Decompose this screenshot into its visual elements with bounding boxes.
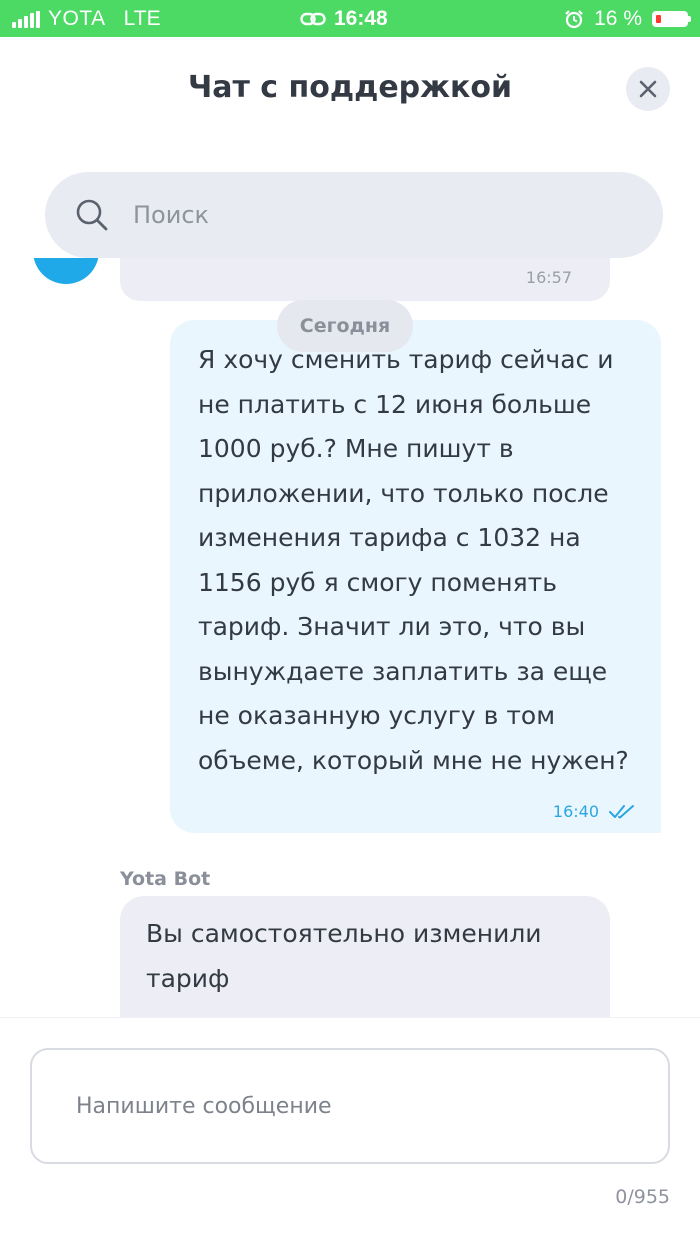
search-input[interactable]: [131, 200, 615, 230]
message-text: Я хочу сменить тариф сейчас и не платить…: [198, 345, 629, 775]
status-left: YOTA LTE: [12, 7, 161, 31]
date-separator: Сегодня: [277, 300, 413, 352]
status-center: 16:48: [300, 7, 388, 31]
character-counter: 0/955: [615, 1186, 670, 1208]
outgoing-message[interactable]: Я хочу сменить тариф сейчас и не платить…: [170, 320, 661, 833]
chat-messages[interactable]: 16:57 Я хочу сменить тариф сейчас и не п…: [0, 258, 700, 1018]
avatar: [33, 258, 99, 284]
double-check-icon: [609, 804, 634, 818]
message-composer: 0/955: [0, 1017, 700, 1246]
battery-percent: 16 %: [594, 7, 642, 30]
page-title: Чат с поддержкой: [187, 70, 512, 105]
message-time: 16:40: [552, 802, 599, 821]
message-input[interactable]: [30, 1048, 670, 1164]
network-type: LTE: [123, 7, 161, 30]
close-icon: [639, 80, 657, 98]
status-bar: YOTA LTE 16:48 16 %: [0, 0, 700, 37]
message-text: Вы самостоятельно изменили тариф: [146, 919, 542, 993]
search-bar[interactable]: [45, 172, 663, 258]
alarm-icon: [565, 10, 583, 29]
battery-icon: [652, 11, 691, 27]
search-icon: [73, 196, 111, 234]
close-button[interactable]: [626, 67, 670, 111]
previous-message-time: 16:57: [525, 268, 572, 287]
sender-name: Yota Bot: [120, 868, 211, 890]
incoming-message[interactable]: Вы самостоятельно изменили тариф: [120, 896, 610, 1018]
status-right: 16 %: [564, 7, 691, 31]
link-icon: [300, 12, 326, 26]
message-meta: 16:40: [553, 802, 635, 821]
status-time: 16:48: [334, 7, 388, 30]
carrier-name: YOTA: [48, 7, 106, 30]
previous-message-bubble: 16:57: [120, 258, 610, 301]
signal-icon: [12, 10, 40, 28]
